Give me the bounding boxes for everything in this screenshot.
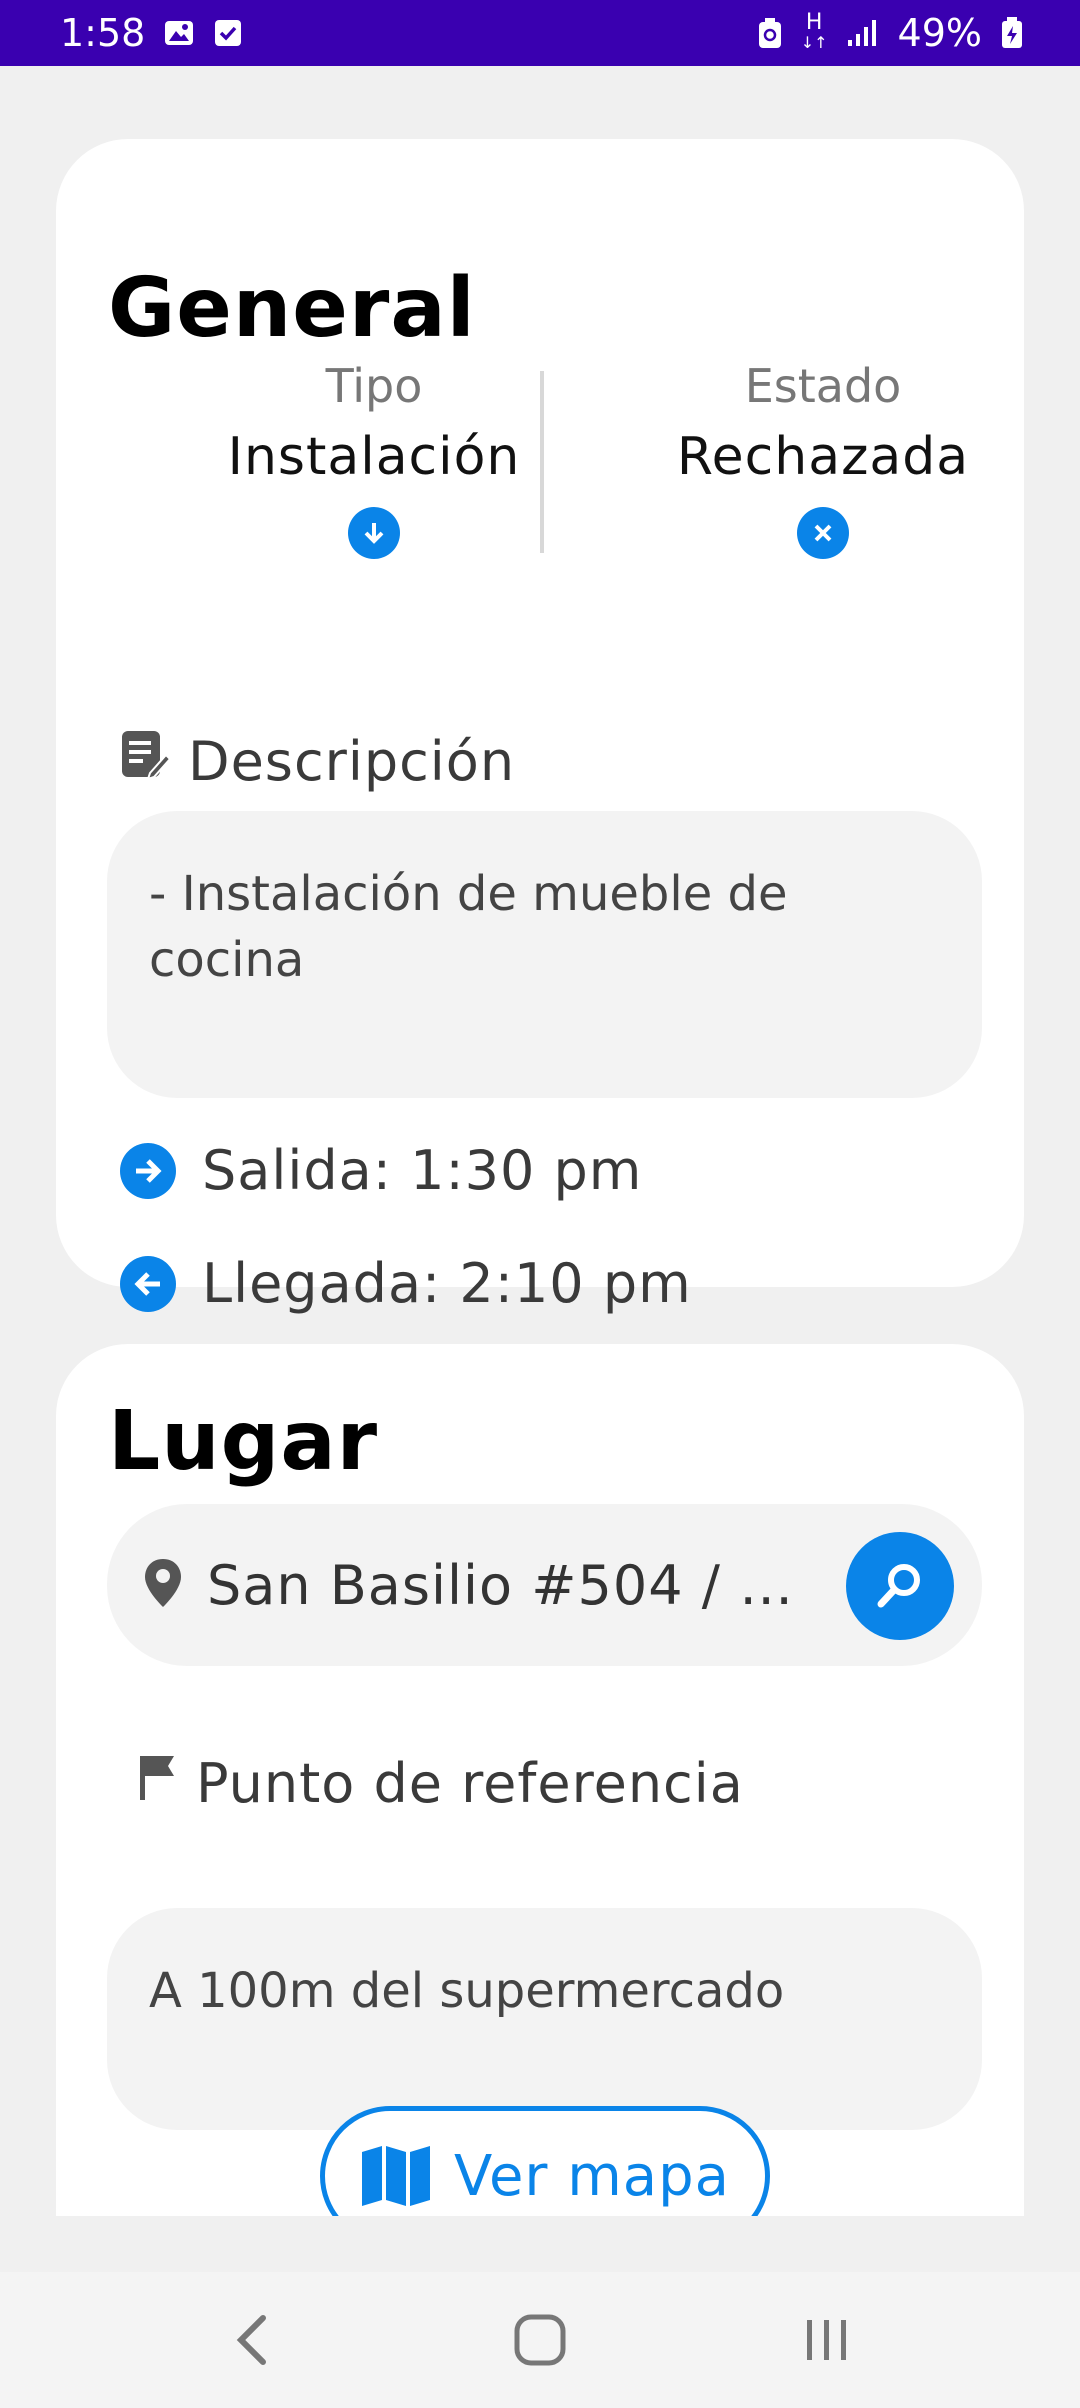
gallery-icon: [163, 17, 195, 49]
battery-charging-icon: [1000, 16, 1024, 50]
general-title: General: [108, 261, 476, 356]
checkbox-icon: [213, 18, 243, 48]
referencia-box: A 100m del supermercado: [107, 1908, 982, 2130]
recents-button[interactable]: [767, 2290, 887, 2390]
status-left: 1:58: [60, 11, 243, 55]
tipo-column: Tipo Instalación: [174, 359, 574, 559]
network-type-label: H: [805, 10, 823, 35]
signal-icon: [846, 18, 880, 48]
lugar-card: Lugar San Basilio #504 / Re… Punto de re…: [56, 1344, 1024, 2216]
info-divider: [540, 371, 544, 553]
back-icon: [237, 2315, 267, 2365]
location-pin-icon: [143, 1557, 183, 1613]
llegada-text: Llegada: 2:10 pm: [202, 1252, 692, 1315]
ver-mapa-button[interactable]: Ver mapa: [320, 2106, 770, 2216]
home-icon: [514, 2314, 566, 2366]
estado-label: Estado: [744, 359, 902, 413]
ver-mapa-label: Ver mapa: [454, 2143, 730, 2209]
main-content[interactable]: General Tipo Instalación Estado Rechazad…: [0, 66, 1080, 2216]
estado-value: Rechazada: [676, 427, 970, 487]
referencia-text: A 100m del supermercado: [149, 1963, 785, 2019]
navigation-bar: [0, 2272, 1080, 2408]
arrow-down-circle-icon: [348, 507, 400, 559]
search-icon: [877, 1564, 920, 1608]
edit-note-icon: [120, 729, 172, 794]
referencia-heading: Punto de referencia: [136, 1752, 744, 1815]
battery-percent: 49%: [897, 11, 982, 55]
general-card: General Tipo Instalación Estado Rechazad…: [56, 139, 1024, 1315]
flag-icon: [136, 1752, 178, 1815]
arrow-right-circle-icon: [120, 1142, 176, 1199]
tipo-value: Instalación: [227, 427, 521, 487]
llegada-row: Llegada: 2:10 pm: [120, 1252, 692, 1315]
address-field[interactable]: San Basilio #504 / Re…: [107, 1504, 982, 1666]
status-right: H ↓↑ 49%: [757, 11, 1024, 55]
back-button[interactable]: [193, 2290, 313, 2390]
referencia-label: Punto de referencia: [196, 1752, 744, 1815]
home-button[interactable]: [480, 2290, 600, 2390]
descripcion-text: - Instalación de mueble de cocina: [149, 866, 788, 988]
tipo-label: Tipo: [325, 359, 423, 413]
map-icon: [362, 2146, 431, 2206]
network-type-icon: H ↓↑: [800, 10, 828, 53]
estado-column: Estado Rechazada: [623, 359, 1023, 559]
descripcion-label: Descripción: [188, 730, 516, 793]
battery-saver-icon: [757, 16, 783, 50]
salida-text: Salida: 1:30 pm: [202, 1139, 643, 1202]
recents-icon: [806, 2320, 846, 2360]
salida-row: Salida: 1:30 pm: [120, 1139, 642, 1202]
search-button[interactable]: [846, 1532, 954, 1640]
address-text: San Basilio #504 / Re…: [207, 1553, 827, 1617]
lugar-title: Lugar: [108, 1394, 379, 1489]
descripcion-heading: Descripción: [120, 729, 515, 794]
network-arrows: ↓↑: [800, 33, 828, 52]
status-bar: 1:58 H ↓↑ 49%: [0, 0, 1080, 66]
arrow-left-circle-icon: [120, 1255, 176, 1312]
status-time: 1:58: [60, 11, 146, 55]
descripcion-box: - Instalación de mueble de cocina: [107, 811, 982, 1098]
x-circle-icon: [797, 507, 849, 559]
